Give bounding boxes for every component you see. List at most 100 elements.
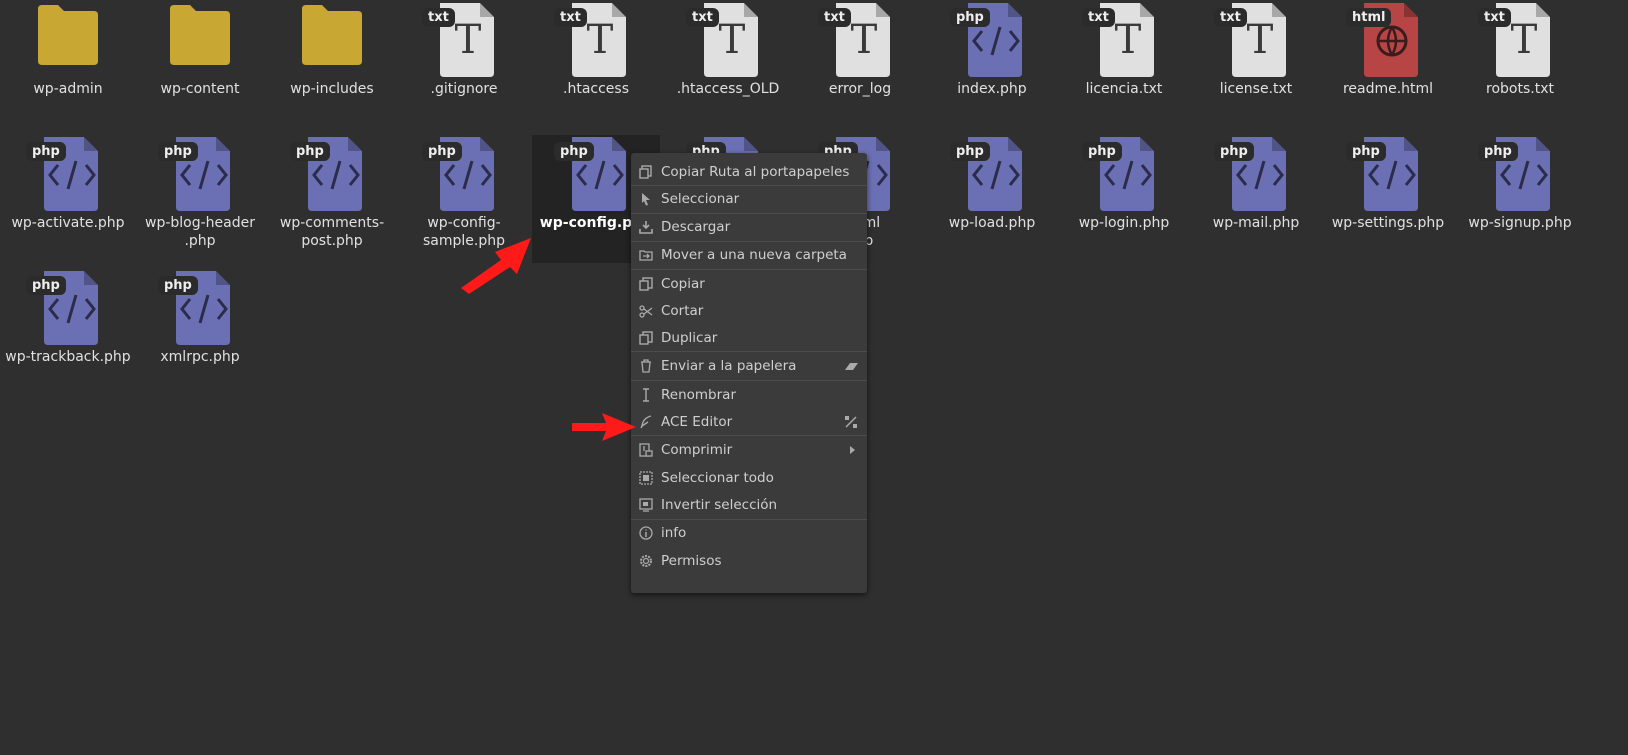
svg-text:T: T — [1115, 17, 1142, 63]
menu-item-permisos[interactable]: Permisos — [631, 548, 867, 574]
file-item[interactable]: php xmlrpc.php — [136, 269, 264, 397]
file-name-label: wp-load.php — [948, 215, 1036, 231]
svg-text:T: T — [1247, 17, 1274, 63]
file-item[interactable]: Ttxt error_log — [796, 1, 924, 129]
file-item[interactable]: Ttxt licencia.txt — [1060, 1, 1188, 129]
menu-item-label: Duplicar — [661, 330, 718, 346]
annotation-arrow-ace-editor — [572, 413, 636, 441]
file-type-badge: html — [1346, 8, 1392, 27]
info-icon — [639, 526, 653, 540]
svg-text:T: T — [455, 17, 482, 63]
file-type-badge: txt — [686, 8, 719, 27]
file-item[interactable]: html readme.html — [1324, 1, 1452, 129]
menu-item-descargar[interactable]: Descargar — [631, 214, 867, 240]
menu-item-label: Cortar — [661, 303, 704, 319]
svg-text:T: T — [851, 17, 878, 63]
menu-item-comprimir[interactable]: Comprimir — [631, 437, 867, 463]
menu-item-copiar-ruta-al-portapapeles[interactable]: Copiar Ruta al portapapeles — [631, 159, 867, 185]
file-type-badge: php — [422, 142, 462, 161]
menu-separator — [631, 380, 867, 381]
file-item[interactable]: Ttxt robots.txt — [1456, 1, 1584, 129]
copy-icon — [639, 277, 653, 291]
cursor-icon — [642, 193, 650, 206]
menu-item-copiar[interactable]: Copiar — [631, 271, 867, 297]
menu-item-mover-a-una-nueva-carpeta[interactable]: Mover a una nueva carpeta — [631, 242, 867, 268]
feather-icon — [640, 415, 652, 429]
menu-separator — [631, 435, 867, 436]
file-item[interactable]: Ttxt .htaccess — [532, 1, 660, 129]
file-name-label: error_log — [828, 81, 892, 97]
file-type-badge: php — [950, 8, 990, 27]
svg-text:T: T — [587, 17, 614, 63]
file-item[interactable]: php wp-blog-header .php — [136, 135, 264, 263]
file-item[interactable]: php wp-trackback.php — [4, 269, 132, 397]
folder-item[interactable]: wp-admin — [4, 1, 132, 129]
file-name-label: .htaccess — [563, 81, 629, 97]
file-name-label: license.txt — [1219, 81, 1293, 97]
file-name-label: wp-blog-header .php — [145, 215, 255, 249]
file-name-label: licencia.txt — [1085, 81, 1163, 97]
file-name-label: robots.txt — [1486, 81, 1554, 97]
folder-item[interactable]: wp-content — [136, 1, 264, 129]
file-type-badge: php — [1346, 142, 1386, 161]
percent-icon — [845, 416, 857, 428]
menu-item-info[interactable]: info — [631, 520, 867, 546]
file-name-label: wp-mail.php — [1212, 215, 1300, 231]
menu-item-label: Enviar a la papelera — [661, 358, 797, 374]
menu-item-ace-editor[interactable]: ACE Editor — [631, 409, 867, 435]
file-name-label: wp-trackback.php — [5, 349, 131, 365]
file-item[interactable]: Ttxt license.txt — [1192, 1, 1320, 129]
file-item[interactable]: php wp-signup.php — [1456, 135, 1584, 263]
svg-text:T: T — [1511, 17, 1538, 63]
menu-item-duplicar[interactable]: Duplicar — [631, 325, 867, 351]
folder-icon — [38, 5, 98, 65]
file-name-label: index.php — [957, 81, 1027, 97]
menu-item-label: Comprimir — [661, 442, 733, 458]
menu-item-renombrar[interactable]: Renombrar — [631, 382, 867, 408]
file-item[interactable]: php wp-comments- post.php — [268, 135, 396, 263]
menu-item-seleccionar[interactable]: Seleccionar — [631, 186, 867, 212]
select-all-icon — [639, 471, 653, 485]
file-item[interactable]: php index.php — [928, 1, 1056, 129]
menu-item-label: Copiar — [661, 276, 705, 292]
file-name-label: wp-content — [160, 81, 240, 97]
file-name-label: wp-includes — [290, 81, 374, 97]
copy-path-icon — [639, 165, 652, 179]
menu-separator — [631, 269, 867, 270]
file-name-label: wp-signup.php — [1468, 215, 1572, 231]
file-name-label: xmlrpc.php — [160, 349, 240, 365]
menu-item-invertir-selecci-n[interactable]: Invertir selección — [631, 492, 867, 518]
eraser-icon — [845, 363, 858, 370]
menu-item-enviar-a-la-papelera[interactable]: Enviar a la papelera — [631, 353, 867, 379]
file-name-label: wp-login.php — [1078, 215, 1170, 231]
file-type-badge: php — [554, 142, 594, 161]
file-item[interactable]: php wp-login.php — [1060, 135, 1188, 263]
file-name-label: wp-settings.php — [1331, 215, 1445, 231]
file-type-badge: php — [158, 276, 198, 295]
file-type-badge: txt — [554, 8, 587, 27]
archive-icon — [639, 443, 653, 457]
annotation-arrow-file — [461, 238, 531, 294]
folder-item[interactable]: wp-includes — [268, 1, 396, 129]
menu-item-label: Permisos — [661, 553, 722, 569]
file-name-label: readme.html — [1342, 81, 1434, 97]
file-item[interactable]: php wp-settings.php — [1324, 135, 1452, 263]
gear-icon — [640, 555, 652, 567]
file-type-badge: php — [26, 276, 66, 295]
file-item[interactable]: php wp-load.php — [928, 135, 1056, 263]
file-type-badge: php — [26, 142, 66, 161]
file-name-label: .gitignore — [430, 81, 498, 97]
file-type-badge: php — [1478, 142, 1518, 161]
file-name-label: .htaccess_OLD — [676, 81, 780, 97]
file-item[interactable]: php wp-mail.php — [1192, 135, 1320, 263]
menu-item-seleccionar-todo[interactable]: Seleccionar todo — [631, 465, 867, 491]
menu-item-label: Copiar Ruta al portapapeles — [661, 164, 850, 180]
move-folder-icon — [639, 250, 653, 261]
invert-selection-icon — [639, 498, 653, 512]
menu-item-label: Seleccionar todo — [661, 470, 774, 486]
file-item[interactable]: Ttxt .htaccess_OLD — [664, 1, 792, 129]
menu-item-cortar[interactable]: Cortar — [631, 298, 867, 324]
file-item[interactable]: Ttxt .gitignore — [400, 1, 528, 129]
download-icon — [639, 221, 653, 234]
file-item[interactable]: php wp-activate.php — [4, 135, 132, 263]
